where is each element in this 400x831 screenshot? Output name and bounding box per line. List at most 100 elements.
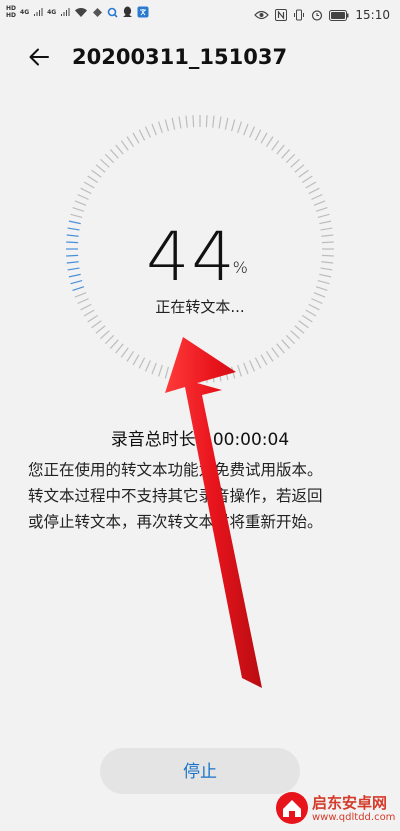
alarm-icon xyxy=(312,10,323,21)
translate-icon xyxy=(137,6,149,18)
dial-tick xyxy=(205,115,208,128)
dial-tick xyxy=(138,357,146,369)
dial-tick xyxy=(109,339,119,349)
dial-tick xyxy=(91,320,102,329)
dial-tick xyxy=(138,129,146,141)
dial-tick xyxy=(212,115,215,128)
dial-tick xyxy=(70,213,83,219)
dial-tick xyxy=(281,339,291,349)
dial-tick xyxy=(285,334,296,345)
dial-tick xyxy=(126,350,135,362)
dial-tick xyxy=(80,187,92,195)
dial-tick xyxy=(254,129,262,141)
dial-tick xyxy=(178,369,182,382)
dial-tick xyxy=(164,366,170,379)
app-bar: 20200311_151037 xyxy=(0,36,400,80)
dial-tick xyxy=(185,115,188,128)
progress-percent-value: 44 xyxy=(146,218,237,297)
stop-button[interactable]: 停止 xyxy=(100,748,300,794)
dial-tick xyxy=(308,187,320,195)
page-title: 20200311_151037 xyxy=(72,45,288,69)
dial-tick xyxy=(218,116,222,129)
dial-tick xyxy=(132,132,140,144)
dial-tick xyxy=(294,164,305,173)
duration-label: 录音总时长： xyxy=(110,430,213,450)
dial-tick xyxy=(249,360,256,372)
notice-line: 或停止转文本，再次转文本时将重新开始。 xyxy=(28,513,323,531)
dial-tick xyxy=(218,369,222,382)
hd-badge: HD xyxy=(6,12,17,19)
hd-badges: HD HD xyxy=(6,5,16,19)
dial-tick xyxy=(230,366,236,379)
notice-line: 转文本过程中不支持其它录音操作，若返回 xyxy=(28,487,323,505)
dial-tick xyxy=(100,158,110,168)
notice-line: 您正在使用的转文本功能为免费试用版本。 xyxy=(28,461,323,479)
dial-tick xyxy=(178,116,182,129)
dial-tick xyxy=(192,115,195,128)
arrow-left-icon[interactable] xyxy=(26,44,52,70)
dial-tick xyxy=(243,362,249,375)
dial-tick xyxy=(151,123,157,136)
dial-tick xyxy=(115,343,124,354)
dial-tick xyxy=(120,140,129,151)
dial-tick xyxy=(281,149,291,159)
dial-tick xyxy=(164,119,170,132)
dial-tick xyxy=(298,169,309,178)
status-right: 15:10 xyxy=(254,8,390,22)
dial-tick xyxy=(83,181,95,189)
dial-tick xyxy=(77,193,89,200)
eye-icon xyxy=(254,10,270,20)
status-left: HD HD 4G 4G xyxy=(6,5,149,19)
dial-tick xyxy=(158,121,163,134)
trial-notice: 您正在使用的转文本功能为免费试用版本。 转文本过程中不支持其它录音操作，若返回 … xyxy=(28,457,378,535)
site-watermark: 启东安卓网 www.qdltdd.com xyxy=(274,788,400,831)
dial-tick xyxy=(249,126,256,138)
wifi-icon xyxy=(75,7,88,17)
dial-tick xyxy=(95,164,106,173)
dial-tick xyxy=(276,343,285,354)
hd-badge: HD xyxy=(6,5,17,12)
dial-tick xyxy=(224,368,229,381)
progress-percent-symbol: % xyxy=(232,258,250,277)
dial-tick xyxy=(315,207,328,212)
dial-tick xyxy=(260,132,268,144)
signal-icon xyxy=(61,8,70,16)
dial-tick xyxy=(74,200,87,206)
dial-tick xyxy=(271,347,280,358)
dial-tick xyxy=(313,200,326,206)
dial-tick xyxy=(212,370,215,383)
signal-icon xyxy=(34,8,43,16)
dial-tick xyxy=(254,357,262,369)
dial-tick xyxy=(87,175,99,184)
dial-tick xyxy=(285,153,296,164)
watermark-url: www.qdltdd.com xyxy=(312,812,396,823)
dial-tick xyxy=(311,193,323,200)
dial-tick xyxy=(301,175,313,184)
sync-icon xyxy=(93,7,103,17)
vibrate-icon xyxy=(294,9,305,21)
dial-tick xyxy=(317,213,330,219)
dial-tick xyxy=(205,370,208,383)
dial-tick xyxy=(104,153,115,164)
dial-tick xyxy=(115,144,124,155)
dial-tick xyxy=(192,370,195,383)
network-type: 4G xyxy=(20,8,30,16)
dial-tick xyxy=(243,123,249,136)
dial-tick xyxy=(237,121,242,134)
watermark-name: 启东安卓网 xyxy=(312,794,388,812)
search-app-icon xyxy=(107,7,118,18)
dial-tick xyxy=(120,347,129,358)
dial-tick xyxy=(271,140,280,151)
dial-tick xyxy=(171,368,176,381)
dial-tick xyxy=(126,136,135,148)
dial-tick xyxy=(144,360,151,372)
progress-status: 正在转文本... xyxy=(155,298,245,316)
dial-tick xyxy=(290,158,300,168)
home-logo-icon xyxy=(276,792,308,824)
dial-tick xyxy=(158,364,163,377)
recording-duration: 录音总时长：00:00:04 xyxy=(0,425,400,450)
dial-tick xyxy=(104,334,115,345)
network-type: 4G xyxy=(47,8,57,16)
nfc-icon xyxy=(275,9,288,21)
dial-tick xyxy=(290,330,300,340)
